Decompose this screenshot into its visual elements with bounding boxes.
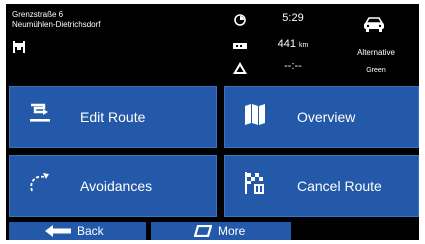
cancel-route-button[interactable]: Cancel Route [224, 155, 419, 217]
back-arrow-icon [45, 225, 71, 237]
more-icon [194, 225, 212, 237]
avoid-icon [28, 171, 52, 195]
destination-street: Grenzstraße 6 [12, 10, 64, 19]
avoidances-button[interactable]: Avoidances [9, 155, 217, 217]
navigation-route-menu: Grenzstraße 6 Neumühlen-Dietrichsdorf 5:… [6, 4, 419, 240]
remaining-time: 5:29 [282, 12, 304, 24]
edit-route-icon [28, 102, 52, 126]
cancel-route-flag-icon [243, 171, 267, 195]
map-icon [243, 102, 267, 126]
avoidances-label: Avoidances [80, 178, 153, 194]
route-info-bar: Grenzstraße 6 Neumühlen-Dietrichsdorf 5:… [6, 4, 419, 90]
overview-label: Overview [297, 109, 356, 125]
distance-icon [232, 39, 248, 51]
arrival-time: --:-- [284, 60, 302, 72]
route-variant-label: Green [366, 67, 386, 74]
car-icon[interactable] [362, 16, 386, 32]
clock-icon [232, 13, 248, 26]
warning-triangle-icon [232, 61, 248, 74]
overview-button[interactable]: Overview [224, 86, 419, 148]
more-label: More [218, 224, 246, 238]
more-button[interactable]: More [151, 222, 291, 240]
back-label: Back [77, 224, 104, 238]
distance-unit: km [299, 42, 309, 49]
edit-route-label: Edit Route [80, 109, 146, 125]
route-type-label: Alternative [357, 48, 395, 57]
destination-flag-icon [12, 40, 26, 53]
destination-city: Neumühlen-Dietrichsdorf [12, 20, 101, 29]
back-button[interactable]: Back [9, 222, 146, 240]
distance-value: 441 [277, 38, 296, 50]
edit-route-button[interactable]: Edit Route [9, 86, 217, 148]
cancel-route-label: Cancel Route [297, 178, 382, 194]
remaining-distance: 441 km [258, 38, 328, 52]
